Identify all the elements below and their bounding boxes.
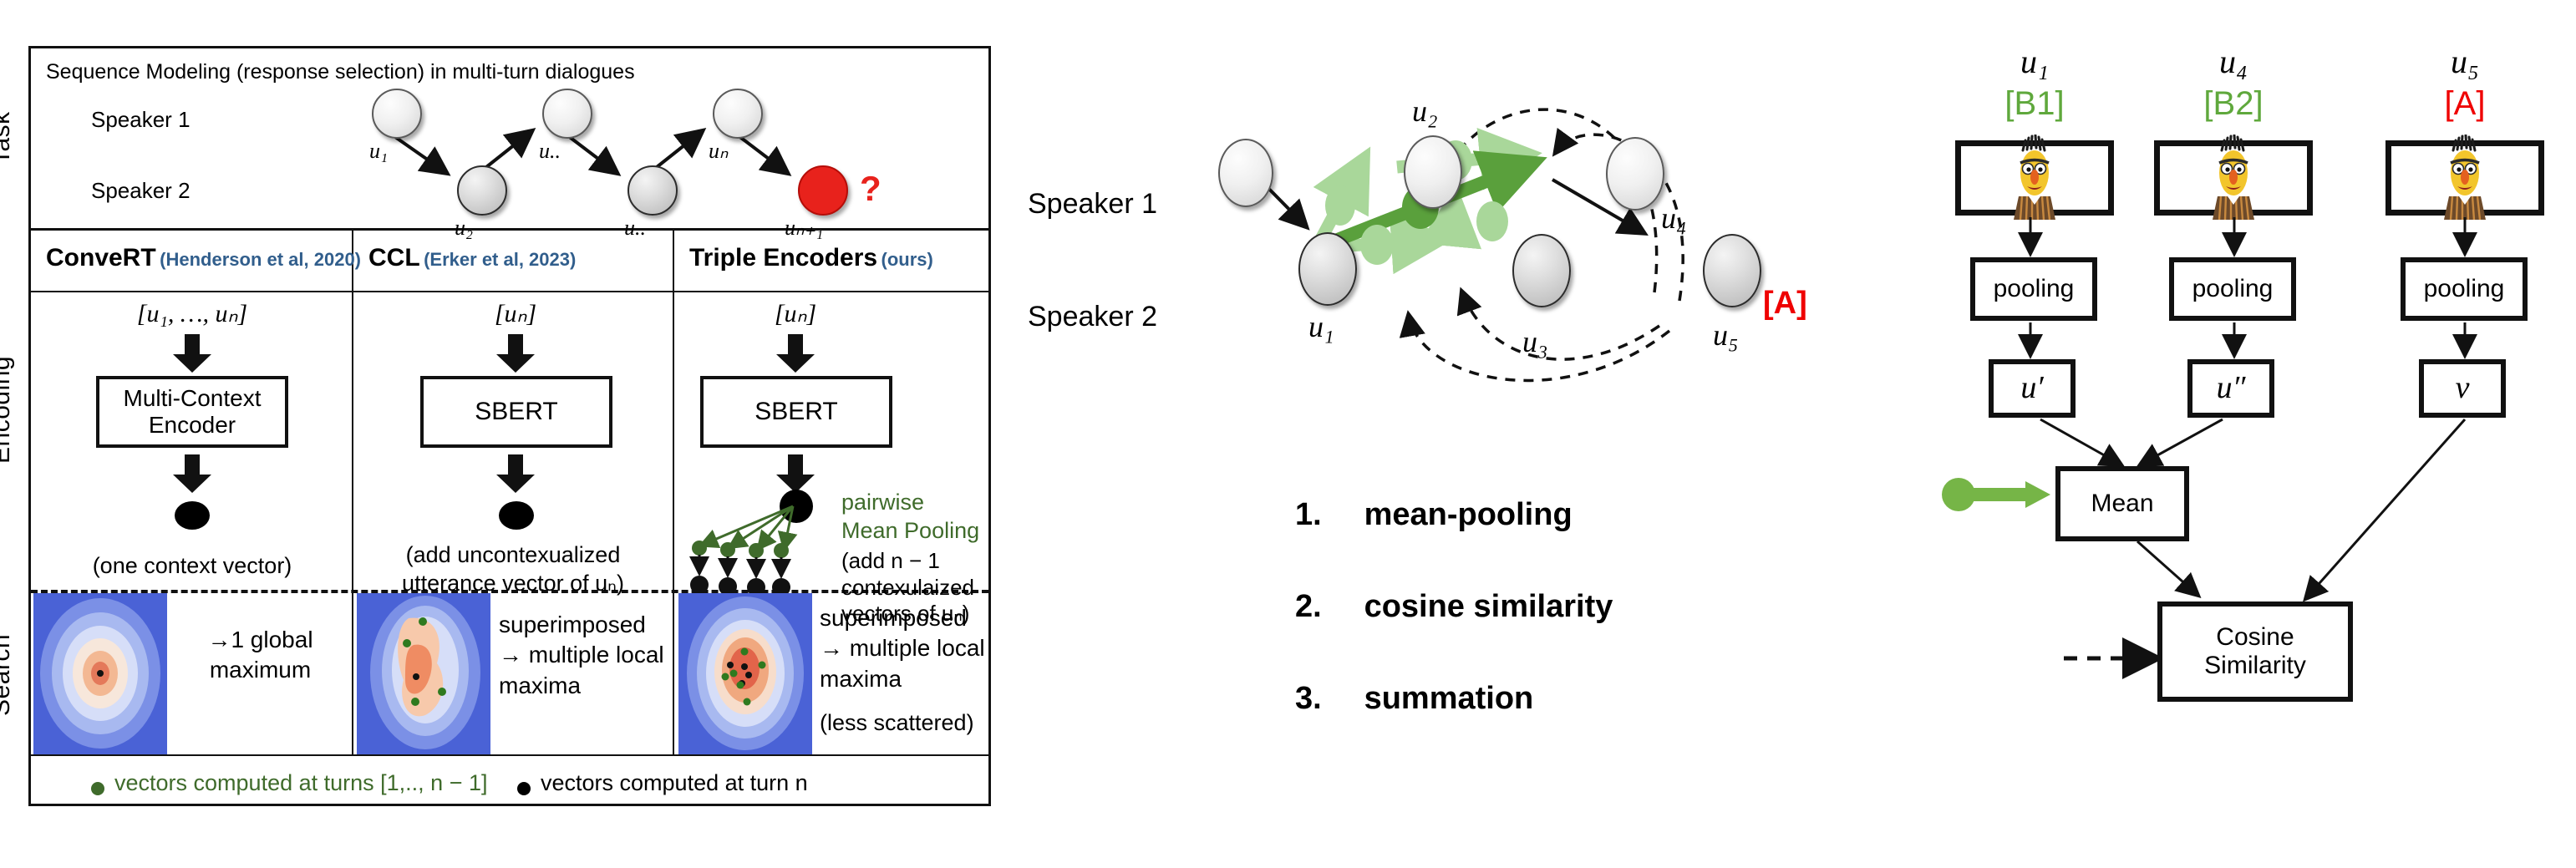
ccl-input-sequence: [uₙ]: [494, 300, 537, 327]
task-node-label-u2: u₂: [455, 216, 474, 240]
middle-speaker2-label: Speaker 2: [1028, 301, 1157, 332]
column-citation-ccl: (Erker et al, 2023): [424, 249, 577, 270]
row-label-task: Task: [0, 111, 15, 165]
legend-marker-black: [517, 782, 531, 795]
step-item-2: 2. cosine similarity: [1295, 589, 1613, 625]
search-heatmap-ccl: [357, 593, 490, 754]
ccl-arrow-down-2: [496, 454, 535, 493]
middle-dialogue-graph: Speaker 1 Speaker 2 u₁ u₂ u₃ u₄ u₅ [A] 1…: [1011, 33, 1947, 835]
middle-speaker1-label: Speaker 1: [1028, 188, 1157, 220]
row-label-search: Search: [0, 633, 15, 717]
legend-marker-green: [91, 782, 104, 795]
task-node-label-u1: u₁: [369, 139, 389, 163]
middle-node-u3: [1512, 234, 1571, 307]
middle-node-s1-start: [1218, 139, 1273, 207]
task-node-u2: [457, 165, 507, 216]
middle-answer-tag: [A]: [1763, 286, 1807, 321]
task-speaker2-label: Speaker 2: [91, 178, 191, 203]
right-cosine-label-line2: Similarity: [2204, 652, 2306, 679]
ccl-arrow-down-1: [496, 334, 535, 373]
column-divider-1: [352, 228, 353, 754]
middle-node-u5: [1703, 234, 1761, 307]
middle-node-label-u1: u₁: [1308, 310, 1334, 343]
convert-context-vector-dot: [175, 501, 210, 530]
search-caption-ccl: superimposed → multiple local maxima: [499, 612, 664, 698]
legend-text-green: vectors computed at turns [1,.., n − 1]: [114, 770, 488, 795]
task-title: Sequence Modeling (response selection) i…: [46, 60, 635, 84]
convert-caption: (one context vector): [92, 553, 292, 578]
column-header-convert: ConveRT (Henderson et al, 2020): [46, 244, 361, 272]
convert-arrow-down-2: [173, 454, 211, 493]
column-title-triple: Triple Encoders: [689, 244, 878, 272]
task-node-label-u5: uₙ: [709, 139, 729, 163]
search-heatmap-triple: [678, 593, 812, 754]
middle-node-u1: [1298, 232, 1357, 306]
convert-arrow-down-1: [173, 334, 211, 373]
search-caption-triple-extra: (less scattered): [820, 710, 974, 735]
task-node-label-u6: uₙ₊₁: [785, 216, 824, 240]
task-question-mark: ?: [860, 169, 882, 208]
row-label-encoding: Encoding: [0, 355, 15, 464]
middle-node-label-u3: u₃: [1522, 325, 1548, 358]
step-number-1: 1.: [1295, 497, 1322, 532]
triple-encoder-box: SBERT: [700, 376, 892, 448]
step-number-3: 3.: [1295, 681, 1322, 716]
task-node-label-u4: u..: [624, 216, 646, 240]
ccl-utterance-vector-dot: [499, 501, 534, 530]
column-title-convert: ConveRT: [46, 244, 156, 272]
task-speaker1-label: Speaker 1: [91, 107, 191, 132]
middle-node-u4: [1606, 137, 1664, 211]
step-number-2: 2.: [1295, 589, 1322, 624]
triple-arrow-down-2: [776, 454, 815, 493]
legend-text-black: vectors computed at turn n: [541, 770, 808, 795]
column-title-ccl: CCL: [368, 244, 420, 272]
task-node-u5: [713, 89, 763, 139]
task-node-u3: [542, 89, 592, 139]
search-caption-convert: →1 global maximum: [207, 627, 313, 683]
step-label-3: summation: [1364, 681, 1534, 716]
convert-encoder-box: Multi-Context Encoder: [96, 376, 288, 448]
right-cosine-similarity-box: Cosine Similarity: [2157, 602, 2353, 702]
right-cosine-label-line1: Cosine: [2216, 622, 2294, 651]
right-mean-label: Mean: [2091, 489, 2154, 517]
ccl-caption: (add uncontexualized utterance vector of…: [402, 542, 624, 596]
column-citation-triple: (ours): [881, 249, 933, 270]
step-item-1: 1. mean-pooling: [1295, 497, 1573, 533]
task-node-u6-answer: [798, 165, 848, 216]
column-header-ccl: CCL (Erker et al, 2023): [368, 244, 576, 272]
search-caption-triple: superimposed → multiple local maxima: [820, 605, 985, 692]
column-divider-2: [673, 228, 674, 754]
divider-encoding-top: [31, 291, 988, 292]
figure-root: Task Encoding Search Sequence Modeling (…: [0, 0, 2576, 868]
left-comparison-table: Task Encoding Search Sequence Modeling (…: [0, 46, 991, 806]
right-mean-box: Mean: [2055, 466, 2189, 541]
right-green-input-pointer: [1942, 478, 2050, 511]
ccl-encoder-box: SBERT: [420, 376, 612, 448]
triple-pooling-label-line2: Mean Pooling: [841, 518, 980, 543]
task-node-u1: [372, 89, 422, 139]
middle-node-label-u5: u₅: [1713, 318, 1739, 352]
search-heatmap-convert: [33, 593, 167, 754]
convert-input-sequence: [u₁, …, uₙ]: [136, 300, 248, 327]
triple-arrow-down-1: [776, 334, 815, 373]
triple-input-sequence: [uₙ]: [774, 300, 817, 327]
triple-pooling-label-line1: pairwise: [841, 490, 925, 515]
middle-node-u2: [1404, 135, 1462, 209]
column-header-triple: Triple Encoders (ours): [689, 244, 933, 272]
step-item-3: 3. summation: [1295, 681, 1533, 717]
middle-node-label-u2: u₂: [1412, 94, 1438, 128]
middle-node-label-u4: u₄: [1661, 201, 1687, 235]
task-node-u4: [627, 165, 678, 216]
divider-search-legend: [31, 754, 988, 756]
column-citation-convert: (Henderson et al, 2020): [160, 249, 362, 270]
step-label-1: mean-pooling: [1364, 497, 1573, 532]
right-pipeline: u₁ [B1] pooling u′ u₄ [B2] pooling u″ u₅…: [1942, 33, 2565, 785]
step-label-2: cosine similarity: [1364, 589, 1613, 624]
task-node-label-u3: u..: [539, 139, 561, 163]
